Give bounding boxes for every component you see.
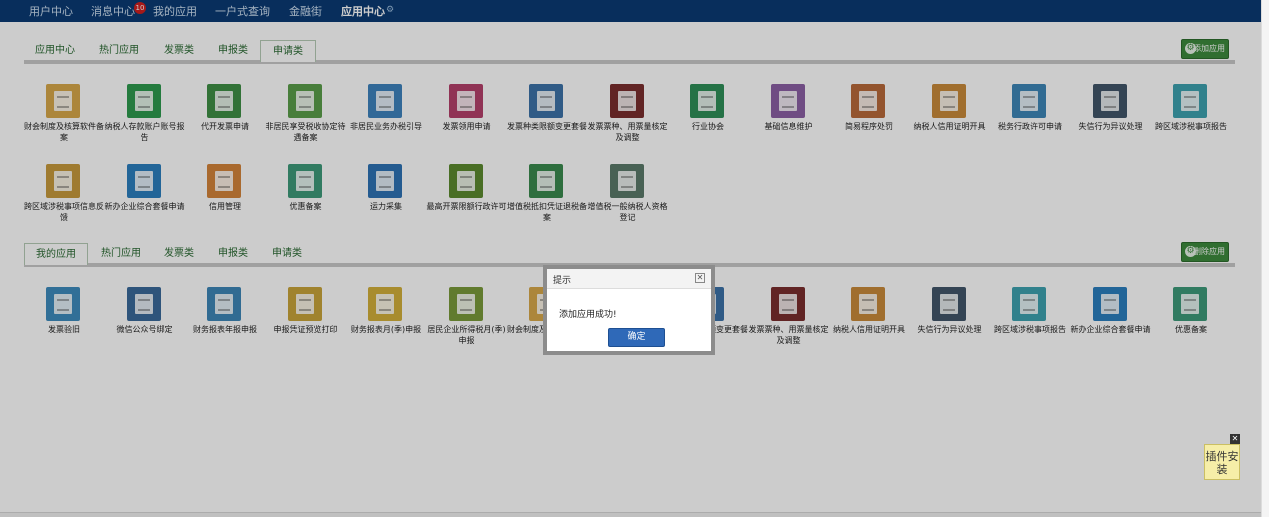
success-dialog: 提示 ✕ 添加应用成功! 确定 (543, 265, 715, 355)
close-icon[interactable]: ✕ (695, 273, 705, 283)
vertical-scrollbar[interactable] (1261, 0, 1269, 517)
dialog-message: 添加应用成功! (559, 310, 617, 320)
dialog-title: 提示 (553, 276, 572, 286)
confirm-button[interactable]: 确定 (608, 328, 665, 347)
modal-overlay (0, 0, 1261, 517)
dialog-header: 提示 ✕ (547, 269, 711, 289)
close-icon[interactable]: ✕ (1230, 434, 1240, 444)
plugin-install-sticker[interactable]: 插件安装 (1204, 444, 1240, 480)
